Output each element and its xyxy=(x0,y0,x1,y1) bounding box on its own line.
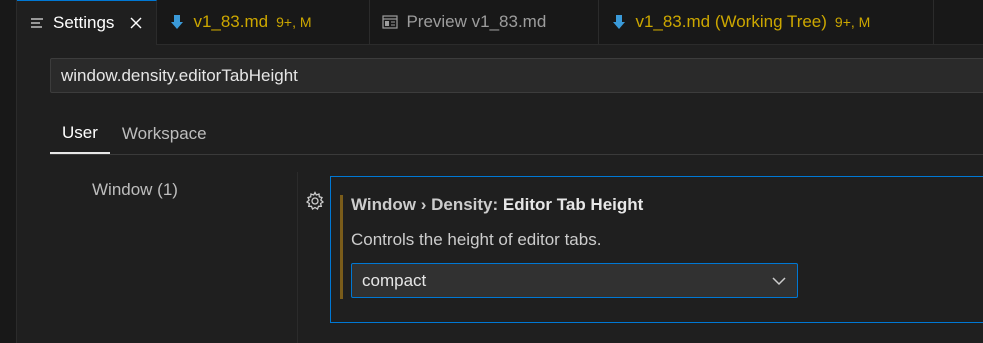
toc-divider xyxy=(297,172,298,343)
settings-toc: Window (1) xyxy=(50,172,297,343)
activity-gutter xyxy=(0,0,17,343)
editor-tab-bar: Settings v1_83.md 9+, M Preview v1_83.md… xyxy=(17,0,983,45)
editor-tab-height-select[interactable]: compact xyxy=(351,263,798,298)
tab-preview[interactable]: Preview v1_83.md xyxy=(370,0,600,44)
close-icon[interactable] xyxy=(128,15,144,31)
chevron-down-icon xyxy=(771,273,787,289)
tab-settings[interactable]: Settings xyxy=(17,0,158,45)
tab-status: 9+, M xyxy=(276,14,312,30)
scope-tabs: User Workspace xyxy=(50,114,983,155)
setting-title: Window › Density: Editor Tab Height xyxy=(351,195,643,215)
select-value: compact xyxy=(362,270,427,290)
tab-label: Preview v1_83.md xyxy=(406,12,547,31)
setting-item: Window › Density: Editor Tab Height Cont… xyxy=(330,176,983,323)
tab-label: v1_83.md (Working Tree) xyxy=(635,12,827,31)
modified-indicator xyxy=(340,195,343,299)
tab-user[interactable]: User xyxy=(50,114,110,154)
gear-icon[interactable] xyxy=(305,191,325,211)
search-input[interactable] xyxy=(61,65,979,86)
setting-key: Editor Tab Height xyxy=(502,195,644,214)
tab-working-tree[interactable]: v1_83.md (Working Tree) 9+, M xyxy=(599,0,935,44)
settings-search[interactable] xyxy=(50,58,983,93)
settings-editor-icon xyxy=(29,15,45,31)
tab-status: 9+, M xyxy=(834,14,871,30)
markdown-download-icon xyxy=(169,14,185,30)
tab-label: Settings xyxy=(53,13,115,32)
markdown-download-icon xyxy=(611,14,627,30)
tab-v1-83-md[interactable]: v1_83.md 9+, M xyxy=(157,0,371,44)
setting-category: Window › Density: xyxy=(351,195,499,214)
preview-icon xyxy=(382,14,399,30)
tab-label: v1_83.md xyxy=(193,12,269,31)
tab-workspace[interactable]: Workspace xyxy=(110,114,219,154)
setting-description: Controls the height of editor tabs. xyxy=(351,230,602,249)
toc-item-window[interactable]: Window (1) xyxy=(92,180,178,200)
